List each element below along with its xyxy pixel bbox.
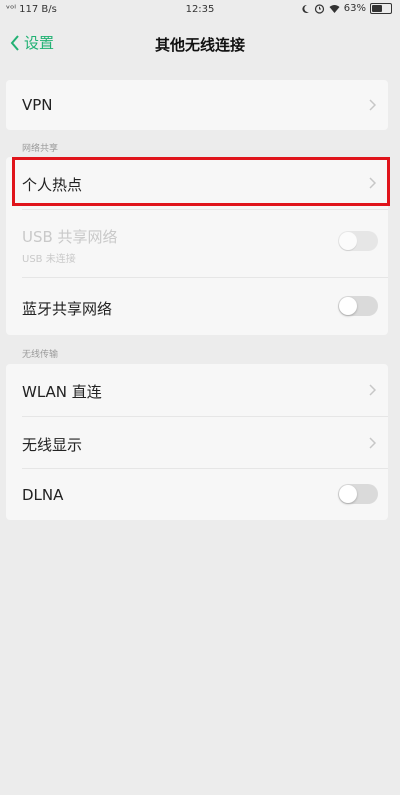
wireless-display-row[interactable]: 无线显示 (6, 417, 388, 468)
status-icons: 63% (301, 3, 392, 14)
toggle-knob (339, 485, 357, 503)
moon-icon (302, 4, 309, 13)
wlan-direct-label: WLAN 直连 (22, 383, 102, 401)
dlna-row: DLNA (6, 469, 388, 520)
bt-tethering-toggle[interactable] (338, 296, 378, 316)
nav-bar: 设置 其他无线连接 (0, 22, 400, 66)
chevron-right-icon (369, 99, 376, 111)
hotspot-label: 个人热点 (22, 176, 83, 194)
chevron-right-icon (369, 177, 376, 189)
usb-tethering-toggle (338, 231, 378, 251)
wireless-transfer-card: WLAN 直连 无线显示 DLNA (6, 364, 388, 520)
vpn-row[interactable]: VPN (6, 80, 388, 130)
dlna-toggle[interactable] (338, 484, 378, 504)
usb-tethering-label: USB 共享网络 (22, 228, 118, 246)
chevron-right-icon (369, 437, 376, 449)
status-bar: ᵛᵒˡ 117 B/s 12:35 63% (0, 0, 400, 22)
vpn-card: VPN (6, 80, 388, 130)
toggle-knob (339, 232, 357, 250)
wifi-icon (329, 4, 340, 13)
battery-icon (370, 3, 392, 14)
alarm-icon (314, 4, 324, 14)
usb-tethering-sublabel: USB 未连接 (22, 254, 76, 265)
section-header-wireless-transfer: 无线传输 (22, 350, 59, 360)
dlna-label: DLNA (22, 486, 64, 504)
battery-percent: 63% (343, 3, 366, 14)
usb-tethering-row: USB 共享网络 USB 未连接 (6, 210, 388, 272)
wireless-display-label: 无线显示 (22, 436, 83, 454)
network-sharing-card: 个人热点 USB 共享网络 USB 未连接 蓝牙共享网络 (6, 157, 388, 335)
page-title: 其他无线连接 (154, 36, 245, 54)
section-header-network-sharing: 网络共享 (22, 144, 59, 154)
vpn-label: VPN (22, 96, 53, 114)
bt-tethering-label: 蓝牙共享网络 (22, 300, 113, 318)
bt-tethering-row: 蓝牙共享网络 (6, 278, 388, 335)
wlan-direct-row[interactable]: WLAN 直连 (6, 364, 388, 416)
toggle-knob (339, 297, 357, 315)
chevron-right-icon (369, 384, 376, 396)
hotspot-row[interactable]: 个人热点 (6, 157, 388, 209)
